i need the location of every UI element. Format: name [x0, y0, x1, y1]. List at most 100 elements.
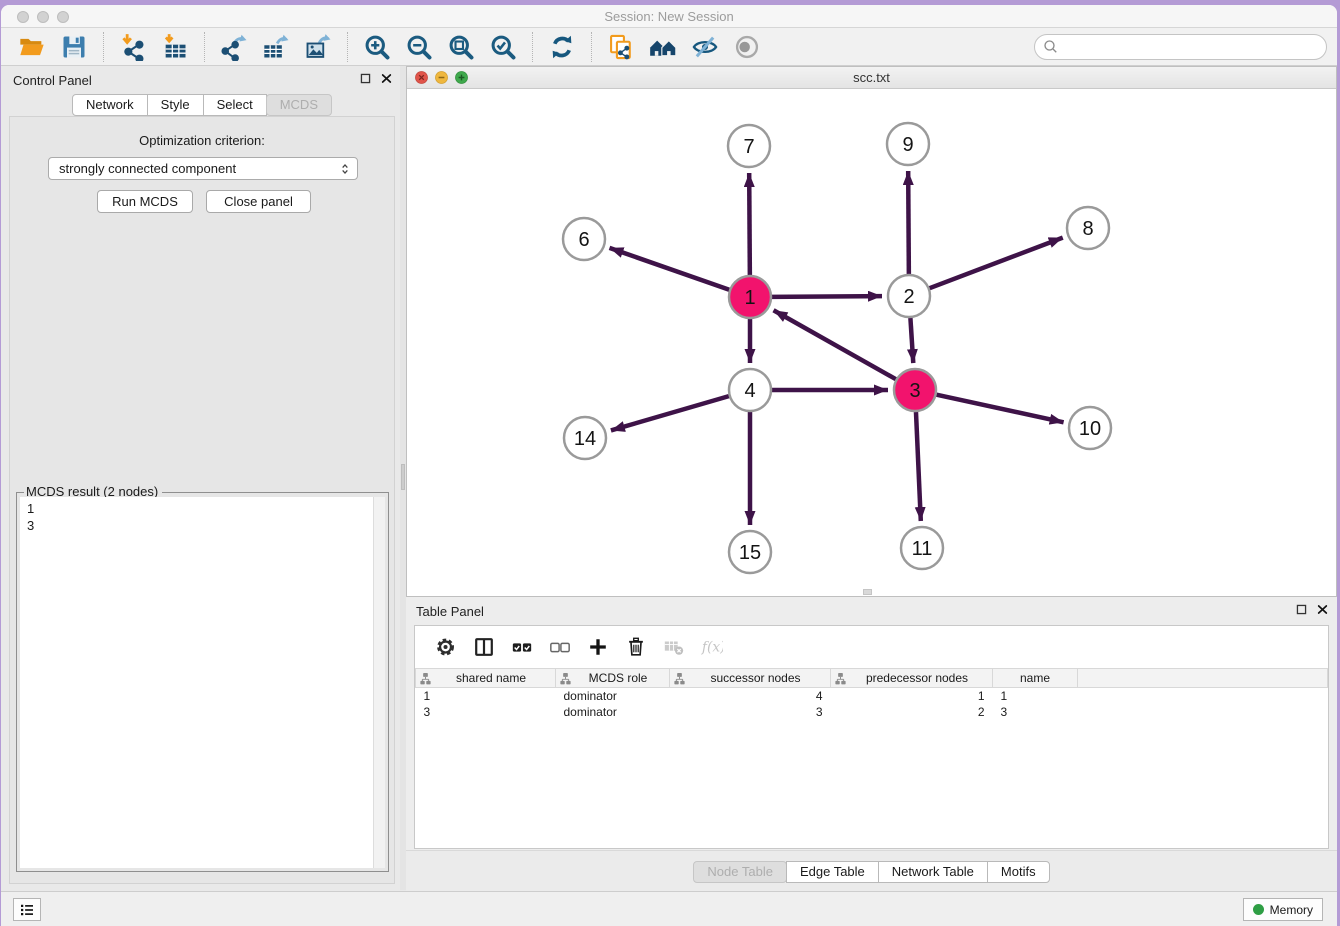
- graph-edge-3-1[interactable]: [774, 310, 896, 379]
- titlebar: Session: New Session: [1, 5, 1337, 28]
- table-tab-strip: Node TableEdge TableNetwork TableMotifs: [406, 850, 1337, 892]
- trash-icon[interactable]: [624, 635, 648, 659]
- tab-mcds[interactable]: MCDS: [266, 94, 332, 116]
- app-window: Session: New Session Control Panel Netwo…: [1, 5, 1337, 926]
- memory-label: Memory: [1270, 903, 1313, 917]
- graph-node-label: 1: [744, 287, 755, 309]
- graph-node-label: 9: [902, 134, 913, 156]
- column-header-name[interactable]: name: [993, 669, 1078, 688]
- tab-node-table[interactable]: Node Table: [693, 861, 787, 883]
- close-panel-icon[interactable]: [380, 72, 393, 85]
- tab-edge-table[interactable]: Edge Table: [786, 861, 879, 883]
- table-panel: Table Panel shared name MCDS role successo…: [406, 597, 1337, 892]
- tree-icon: [420, 672, 431, 685]
- close-panel-button[interactable]: Close panel: [206, 190, 311, 213]
- cell: 4: [670, 688, 831, 704]
- column-header-mcds-role[interactable]: MCDS role: [556, 669, 670, 688]
- cell: 1: [831, 688, 993, 704]
- tree-icon: [674, 672, 685, 685]
- export-table-icon[interactable]: [261, 32, 291, 62]
- search-input[interactable]: [1060, 37, 1326, 57]
- graph-node-label: 11: [912, 538, 933, 560]
- run-mcds-button[interactable]: Run MCDS: [97, 190, 193, 213]
- task-history-button[interactable]: [13, 898, 41, 921]
- graph-edge-2-9[interactable]: [908, 171, 909, 274]
- graph-edge-3-11[interactable]: [916, 412, 921, 521]
- network-window-titlebar[interactable]: scc.txt: [407, 67, 1336, 89]
- status-bar: Memory: [1, 891, 1337, 926]
- network-view-window: scc.txt 7968124314101511: [406, 66, 1337, 597]
- zoom-selected-icon[interactable]: [488, 32, 518, 62]
- optimization-criterion-select[interactable]: strongly connected component: [48, 157, 358, 180]
- copy-network-icon[interactable]: [606, 32, 636, 62]
- export-network-icon[interactable]: [219, 32, 249, 62]
- network-canvas[interactable]: 7968124314101511: [407, 89, 1336, 596]
- cell: 3: [670, 704, 831, 720]
- table-tabs: Node TableEdge TableNetwork TableMotifs: [693, 861, 1049, 883]
- folder-open-icon[interactable]: [17, 32, 47, 62]
- deselect-all-icon[interactable]: [548, 635, 572, 659]
- mcds-result-list[interactable]: 1 3: [20, 497, 385, 868]
- zoom-in-icon[interactable]: [362, 32, 392, 62]
- tab-network[interactable]: Network: [72, 94, 148, 116]
- homes-icon[interactable]: [648, 32, 678, 62]
- tab-style[interactable]: Style: [147, 94, 204, 116]
- result-scrollbar[interactable]: [373, 497, 385, 868]
- canvas-scroll-grip[interactable]: [863, 589, 872, 595]
- zoom-fit-icon[interactable]: [446, 32, 476, 62]
- zoom-out-icon[interactable]: [404, 32, 434, 62]
- columns-icon[interactable]: [472, 635, 496, 659]
- save-icon[interactable]: [59, 32, 89, 62]
- memory-button[interactable]: Memory: [1243, 898, 1323, 921]
- tab-network-table[interactable]: Network Table: [878, 861, 988, 883]
- splitter-grip[interactable]: [401, 464, 405, 490]
- gear-icon[interactable]: [434, 635, 458, 659]
- column-header-successor-nodes[interactable]: successor nodes: [670, 669, 831, 688]
- graph-edge-1-6[interactable]: [609, 248, 729, 290]
- import-table-icon[interactable]: [160, 32, 190, 62]
- graph-node-label: 6: [578, 229, 589, 251]
- graph-node-label: 15: [739, 542, 761, 564]
- mcds-result-values: 1 3: [27, 500, 34, 534]
- plus-icon[interactable]: [586, 635, 610, 659]
- search-field[interactable]: [1034, 34, 1327, 60]
- graph-edge-3-10[interactable]: [936, 395, 1063, 423]
- toolbar-separator: [591, 32, 592, 62]
- graph-edge-2-8[interactable]: [930, 238, 1063, 289]
- select-all-icon[interactable]: [510, 635, 534, 659]
- table-row[interactable]: 3dominator323: [416, 704, 1328, 720]
- graph-node-label: 14: [574, 428, 596, 450]
- refresh-icon[interactable]: [547, 32, 577, 62]
- close-panel-icon[interactable]: [1316, 603, 1329, 616]
- table-row[interactable]: 1dominator411: [416, 688, 1328, 704]
- graph-node-label: 4: [744, 380, 755, 402]
- export-image-icon[interactable]: [303, 32, 333, 62]
- column-label: successor nodes: [685, 671, 826, 685]
- graph-edge-1-2[interactable]: [772, 296, 882, 297]
- node-table-body: shared name MCDS role successor nodes prede…: [414, 625, 1329, 849]
- eye-slash-icon[interactable]: [690, 32, 720, 62]
- toolbar-separator: [204, 32, 205, 62]
- graph-edge-2-3[interactable]: [910, 318, 913, 363]
- column-label: MCDS role: [571, 671, 665, 685]
- table-panel-title: Table Panel: [416, 604, 484, 619]
- float-panel-icon[interactable]: [1295, 603, 1308, 616]
- eye-icon[interactable]: [732, 32, 762, 62]
- float-panel-icon[interactable]: [359, 72, 372, 85]
- graph-edge-4-14[interactable]: [611, 396, 729, 430]
- column-header-predecessor-nodes[interactable]: predecessor nodes: [831, 669, 993, 688]
- select-value: strongly connected component: [49, 161, 338, 176]
- import-network-icon[interactable]: [118, 32, 148, 62]
- control-panel-title: Control Panel: [13, 73, 92, 88]
- graph-node-label: 2: [903, 286, 914, 308]
- graph-edge-1-7[interactable]: [749, 173, 750, 275]
- cell: 1: [416, 688, 556, 704]
- mcds-result-box: MCDS result (2 nodes) 1 3: [16, 492, 389, 872]
- cell: 3: [993, 704, 1078, 720]
- column-header-shared-name[interactable]: shared name: [416, 669, 556, 688]
- toolbar-separator: [103, 32, 104, 62]
- tab-motifs[interactable]: Motifs: [987, 861, 1050, 883]
- column-label: shared name: [431, 671, 551, 685]
- tab-select[interactable]: Select: [203, 94, 267, 116]
- graph-node-label: 3: [909, 380, 920, 402]
